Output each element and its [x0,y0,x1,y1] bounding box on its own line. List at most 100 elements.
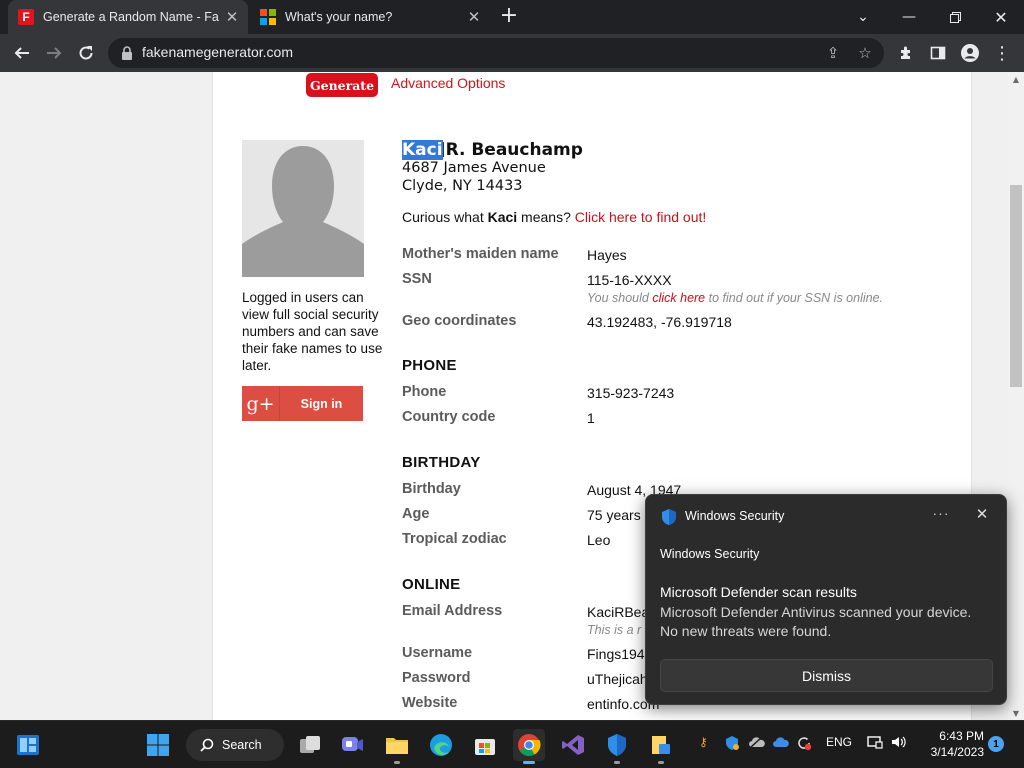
task-view-icon[interactable] [294,729,326,761]
scrollbar-thumb[interactable] [1010,185,1022,387]
tab-whats-your-name[interactable]: What's your name? ✕ [250,0,490,34]
website-label: Website [402,695,458,711]
toast-title: Microsoft Defender scan results [660,584,857,600]
minimize-button[interactable]: — [886,0,932,34]
country-code-value: 1 [587,410,595,426]
zodiac-label: Tropical zodiac [402,531,507,547]
windows-security-shield-icon [662,509,676,525]
toast-app-name: Windows Security [660,547,760,561]
ssn-check-link[interactable]: click here [652,291,705,305]
chrome-browser-icon[interactable] [513,729,545,764]
clock-date: 3/14/2023 [930,745,984,759]
address-bar[interactable]: fakenamegenerator.com ⇪ ☆ [108,38,884,68]
extensions-puzzle-icon[interactable] [892,40,920,66]
username-value: Fings1947 [587,646,653,662]
side-panel-icon[interactable] [924,40,952,66]
tray-onedrive-icon[interactable] [748,735,766,752]
tray-security-icon[interactable] [724,735,740,754]
tab-close-icon[interactable]: ✕ [466,9,482,26]
login-note: Logged in users can view full social sec… [242,290,383,373]
online-heading: ONLINE [402,576,461,593]
tab-title: Generate a Random Name - Fake [43,10,219,24]
back-button[interactable] [8,40,36,66]
google-signin-button[interactable]: g+ Sign in [242,386,363,421]
curious-prefix: Curious what [402,209,488,225]
advanced-options-link[interactable]: Advanced Options [391,75,505,91]
password-label: Password [402,670,471,686]
curious-name: Kaci [487,209,518,225]
page-scrollbar[interactable]: ▲ ▼ [1008,72,1024,720]
tab-fake-name-generator[interactable]: F Generate a Random Name - Fake ✕ [8,0,248,34]
name-rest: R. Beauchamp [445,140,583,160]
bookmark-star-icon[interactable]: ☆ [854,42,876,64]
address-line-1: 4687 James Avenue [402,160,546,176]
edge-browser-icon[interactable] [425,729,457,761]
restore-button[interactable] [932,0,978,34]
selected-first-name[interactable]: Kaci [402,140,443,160]
forward-button[interactable] [40,40,68,66]
notes-app-icon[interactable] [645,729,677,764]
running-indicator [658,761,664,764]
volume-icon[interactable] [891,735,907,752]
new-tab-button[interactable]: + [498,5,520,28]
start-windows-icon[interactable] [142,729,174,761]
close-window-button[interactable]: ✕ [978,0,1024,34]
browser-toolbar: fakenamegenerator.com ⇪ ☆ ⋮ [0,34,1024,72]
browser-tab-bar: F Generate a Random Name - Fake ✕ What's… [0,0,1024,34]
taskbar-clock[interactable]: 6:43 PM 3/14/2023 [914,728,984,760]
lock-icon [122,46,132,60]
visual-studio-icon[interactable] [557,729,589,761]
dismiss-button[interactable]: Dismiss [660,659,993,692]
email-label: Email Address [402,603,503,619]
taskbar-search-box[interactable]: Search [186,729,284,761]
birthday-label: Birthday [402,481,461,497]
zodiac-value: Leo [587,532,611,548]
profile-avatar-icon[interactable] [956,40,984,66]
tray-sync-icon[interactable] [796,735,812,754]
geo-coordinates-link[interactable]: 43.192483, -76.919718 [587,314,732,330]
search-label: Search [222,738,262,752]
language-indicator[interactable]: ENG [826,735,852,749]
clock-time: 6:43 PM [939,729,984,743]
ssn-label: SSN [402,271,432,287]
reload-button[interactable] [72,40,100,66]
age-label: Age [402,506,430,522]
defender-shield-icon[interactable] [601,729,633,764]
tab-close-icon[interactable]: ✕ [224,9,240,26]
file-explorer-icon[interactable] [381,729,413,764]
ssn-value: 115-16-XXXX [587,272,672,288]
microsoft-store-icon[interactable] [469,729,501,761]
geo-label: Geo coordinates [402,313,517,329]
running-indicator [394,761,400,764]
maiden-name-label: Mother's maiden name [402,246,559,262]
windows-taskbar: Search ⚷ ENG 6:43 PM 3/14/2023 1 [0,720,1024,768]
tab-title: What's your name? [285,10,393,24]
share-icon[interactable]: ⇪ [822,42,844,64]
maiden-name-value: Hayes [587,247,627,263]
name-meaning-link[interactable]: Click here to find out! [575,209,707,225]
ssn-note: You should click here to find out if you… [587,291,883,305]
phone-heading: PHONE [402,357,457,374]
teams-chat-icon[interactable] [336,729,368,761]
tray-cloud-icon[interactable] [772,735,790,752]
phone-value: 315-923-7243 [587,385,675,401]
toast-header: Windows Security [685,509,785,523]
notification-count-badge[interactable]: 1 [988,736,1004,752]
running-indicator [614,761,620,764]
chrome-menu-icon[interactable]: ⋮ [988,40,1016,66]
toast-close-icon[interactable]: ✕ [971,505,993,527]
widgets-icon[interactable] [12,729,44,761]
scroll-down-arrow-icon[interactable]: ▼ [1008,706,1024,720]
generate-button[interactable]: Generate [306,73,378,97]
windows-security-toast: Windows Security ··· ✕ Windows Security … [645,494,1007,705]
birthday-heading: BIRTHDAY [402,454,481,471]
url-text: fakenamegenerator.com [142,44,293,60]
network-icon[interactable] [867,735,883,752]
age-value: 75 years [587,507,641,523]
username-label: Username [402,645,473,661]
more-options-icon[interactable]: ··· [930,505,952,527]
scroll-up-arrow-icon[interactable]: ▲ [1008,72,1024,86]
tab-search-chevron-icon[interactable]: ⌄ [840,0,886,34]
tray-key-icon[interactable]: ⚷ [699,735,708,749]
google-signin-label: Sign in [300,396,343,411]
